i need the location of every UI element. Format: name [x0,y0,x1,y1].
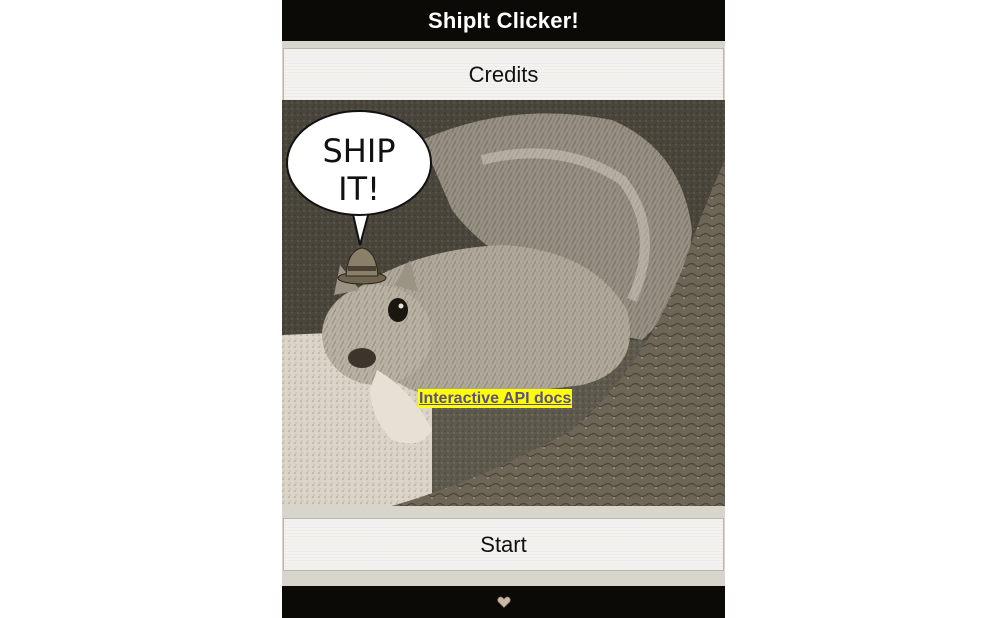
start-button[interactable]: Start [283,518,724,571]
squirrel-illustration: SHIP IT! [282,100,725,506]
app-title: ShipIt Clicker! [428,7,579,33]
app-container: ShipIt Clicker! Credits SHIP IT! Interac… [282,0,725,618]
start-button-label: Start [480,531,527,557]
squirrel-hero-image: SHIP IT! Interactive API docs [282,100,725,506]
app-footer [282,586,725,618]
heart-icon [496,596,511,608]
credits-button[interactable]: Credits [283,48,724,101]
speech-bubble-line1: SHIP [322,132,395,170]
app-header: ShipIt Clicker! [282,0,725,41]
credits-button-label: Credits [468,61,539,87]
interactive-api-docs-link[interactable]: Interactive API docs [418,389,573,408]
speech-bubble-line2: IT! [338,170,380,208]
